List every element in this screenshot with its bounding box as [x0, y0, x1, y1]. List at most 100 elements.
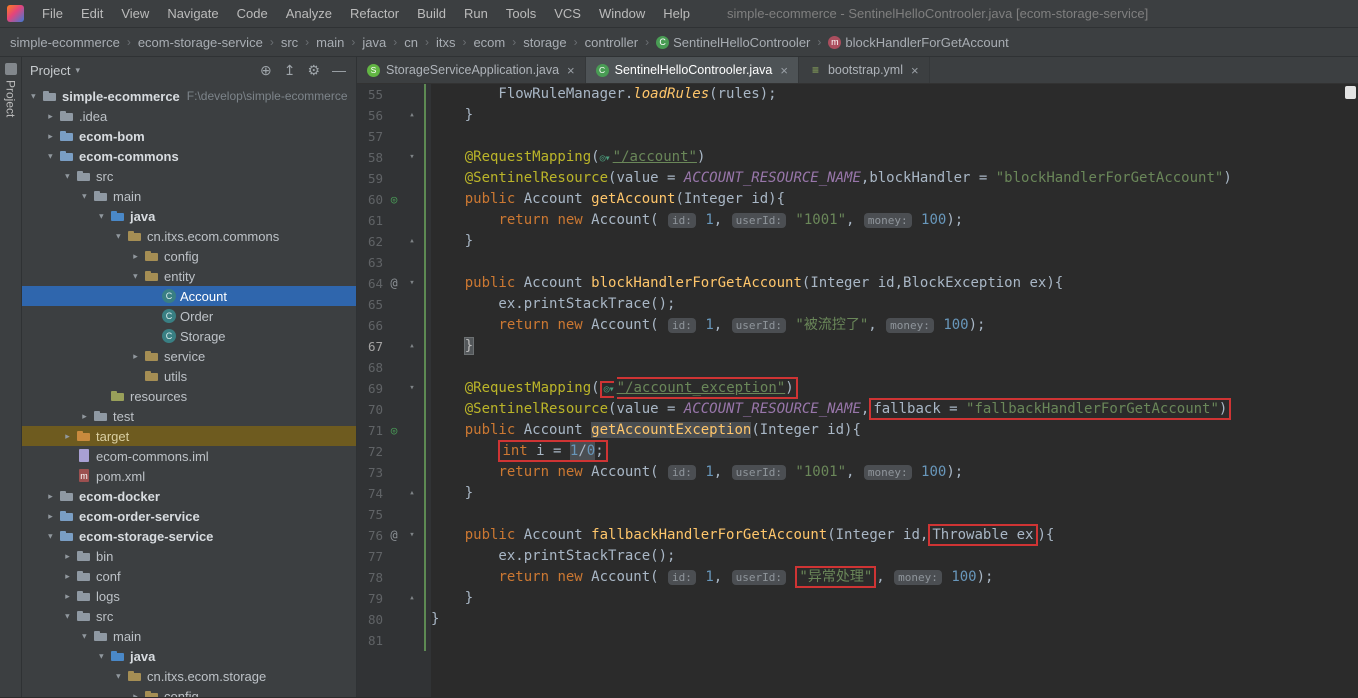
line-number[interactable]: 69: [357, 378, 383, 399]
tree-item-main[interactable]: ▸ main: [22, 186, 356, 206]
menu-item-refactor[interactable]: Refactor: [341, 0, 408, 27]
line-number[interactable]: 58: [357, 147, 383, 168]
code-line-65[interactable]: 65 ex.printStackTrace();: [357, 294, 1358, 315]
tree-item-resources[interactable]: resources: [22, 386, 356, 406]
code-line-63[interactable]: 63: [357, 252, 1358, 273]
breadcrumb-item-cn[interactable]: cn: [404, 35, 418, 50]
tree-toggle-icon[interactable]: ▸: [60, 571, 75, 582]
line-number[interactable]: 74: [357, 483, 383, 504]
fold-toggle-icon[interactable]: ▴: [405, 231, 419, 252]
code-line-55[interactable]: 55 FlowRuleManager.loadRules(rules);: [357, 84, 1358, 105]
tree-item-main[interactable]: ▸ main: [22, 626, 356, 646]
tree-item-Order[interactable]: C Order: [22, 306, 356, 326]
tree-item-ecom-commons[interactable]: ▸ ecom-commons: [22, 146, 356, 166]
tree-item-ecom-docker[interactable]: ▸ ecom-docker: [22, 486, 356, 506]
tree-item-service[interactable]: ▸ service: [22, 346, 356, 366]
tree-item-Account[interactable]: C Account: [22, 286, 356, 306]
tree-item-ecom-bom[interactable]: ▸ ecom-bom: [22, 126, 356, 146]
line-number[interactable]: 77: [357, 546, 383, 567]
menu-item-analyze[interactable]: Analyze: [277, 0, 341, 27]
tree-item-logs[interactable]: ▸ logs: [22, 586, 356, 606]
breadcrumb-item-ecom[interactable]: ecom: [473, 35, 505, 50]
tree-toggle-icon[interactable]: ▸: [128, 351, 143, 362]
code-line-66[interactable]: 66 return new Account( id: 1, userId: "被…: [357, 315, 1358, 336]
line-number[interactable]: 65: [357, 294, 383, 315]
annotation-gutter-icon[interactable]: @: [383, 525, 405, 546]
code-line-75[interactable]: 75: [357, 504, 1358, 525]
code-line-69[interactable]: 69 ▾ @RequestMapping(◎▾ "/account_exceptio…: [357, 377, 1358, 399]
line-number[interactable]: 63: [357, 252, 383, 273]
tree-item-cn.itxs.ecom.storage[interactable]: ▸ cn.itxs.ecom.storage: [22, 666, 356, 686]
breadcrumb-item-SentinelHelloControoler[interactable]: C SentinelHelloControoler: [656, 35, 810, 50]
tab-SentinelHelloControoler.java[interactable]: C SentinelHelloControoler.java ×: [585, 57, 799, 83]
code-line-74[interactable]: 74 ▴ }: [357, 483, 1358, 504]
tree-item-java[interactable]: ▸ java: [22, 646, 356, 666]
menu-item-vcs[interactable]: VCS: [545, 0, 590, 27]
code-line-57[interactable]: 57: [357, 126, 1358, 147]
fold-toggle-icon[interactable]: ▾: [405, 378, 419, 399]
tree-item-entity[interactable]: ▸ entity: [22, 266, 356, 286]
fold-toggle-icon[interactable]: ▴: [405, 105, 419, 126]
tree-item-cn.itxs.ecom.commons[interactable]: ▸ cn.itxs.ecom.commons: [22, 226, 356, 246]
tree-toggle-icon[interactable]: ▸: [60, 431, 75, 442]
settings-gear-icon[interactable]: ⚙: [307, 57, 320, 84]
fold-toggle-icon[interactable]: ▴: [405, 483, 419, 504]
tree-item-test[interactable]: ▸ test: [22, 406, 356, 426]
tree-item-ecom-storage-service[interactable]: ▸ ecom-storage-service: [22, 526, 356, 546]
code-line-71[interactable]: 71 ◎ public Account getAccountException(I…: [357, 420, 1358, 441]
collapse-all-icon[interactable]: ↥: [284, 57, 296, 84]
code-line-62[interactable]: 62 ▴ }: [357, 231, 1358, 252]
fold-toggle-icon[interactable]: ▾: [405, 147, 419, 168]
fold-toggle-icon[interactable]: ▴: [405, 588, 419, 609]
tree-toggle-icon[interactable]: ▸: [62, 169, 73, 184]
line-number[interactable]: 59: [357, 168, 383, 189]
fold-toggle-icon[interactable]: ▾: [405, 273, 419, 294]
tree-toggle-icon[interactable]: ▸: [45, 149, 56, 164]
code-line-78[interactable]: 78 return new Account( id: 1, userId: "异…: [357, 566, 1358, 588]
line-number[interactable]: 56: [357, 105, 383, 126]
tree-item-simple-ecommerce[interactable]: ▸ simple-ecommerce F:\develop\simple-ecomm…: [22, 86, 356, 106]
project-panel-title[interactable]: Project ▾: [30, 63, 80, 78]
scrollbar-thumb[interactable]: [1345, 86, 1356, 99]
tree-item-Storage[interactable]: C Storage: [22, 326, 356, 346]
line-number[interactable]: 80: [357, 609, 383, 630]
line-number[interactable]: 57: [357, 126, 383, 147]
line-number[interactable]: 64: [357, 273, 383, 294]
breadcrumb-item-storage[interactable]: storage: [523, 35, 566, 50]
menu-item-build[interactable]: Build: [408, 0, 455, 27]
line-number[interactable]: 67: [357, 336, 383, 357]
code-line-79[interactable]: 79 ▴ }: [357, 588, 1358, 609]
code-line-60[interactable]: 60 ◎ public Account getAccount(Integer id…: [357, 189, 1358, 210]
tree-toggle-icon[interactable]: ▸: [45, 529, 56, 544]
tree-item-java[interactable]: ▸ java: [22, 206, 356, 226]
tab-bootstrap.yml[interactable]: ≡ bootstrap.yml ×: [799, 57, 930, 83]
tree-item-conf[interactable]: ▸ conf: [22, 566, 356, 586]
line-number[interactable]: 75: [357, 504, 383, 525]
breadcrumb-item-src[interactable]: src: [281, 35, 298, 50]
code-line-77[interactable]: 77 ex.printStackTrace();: [357, 546, 1358, 567]
tree-toggle-icon[interactable]: ▸: [28, 89, 39, 104]
tree-toggle-icon[interactable]: ▸: [62, 609, 73, 624]
annotation-gutter-icon[interactable]: @: [383, 273, 405, 294]
hide-panel-icon[interactable]: —: [332, 57, 346, 84]
line-number[interactable]: 71: [357, 420, 383, 441]
code-line-64[interactable]: 64 @ ▾ public Account blockHandlerForGetAc…: [357, 273, 1358, 294]
line-number[interactable]: 60: [357, 189, 383, 210]
code-line-81[interactable]: 81: [357, 630, 1358, 651]
tree-toggle-icon[interactable]: ▸: [60, 551, 75, 562]
tree-item-config[interactable]: ▸ config: [22, 686, 356, 697]
breadcrumb-item-ecom-storage-service[interactable]: ecom-storage-service: [138, 35, 263, 50]
tree-toggle-icon[interactable]: ▸: [130, 269, 141, 284]
code-line-56[interactable]: 56 ▴ }: [357, 105, 1358, 126]
line-number[interactable]: 66: [357, 315, 383, 336]
spring-mapping-gutter-icon[interactable]: ◎: [383, 420, 405, 441]
breadcrumb-item-controller[interactable]: controller: [585, 35, 638, 50]
menu-item-view[interactable]: View: [112, 0, 158, 27]
editor[interactable]: 55 FlowRuleManager.loadRules(rules); 56 ▴ …: [357, 84, 1358, 697]
line-number[interactable]: 81: [357, 630, 383, 651]
line-number[interactable]: 73: [357, 462, 383, 483]
fold-toggle-icon[interactable]: ▾: [405, 525, 419, 546]
locate-file-icon[interactable]: ⊕: [260, 57, 272, 84]
code-line-73[interactable]: 73 return new Account( id: 1, userId: "1…: [357, 462, 1358, 483]
breadcrumb-item-java[interactable]: java: [362, 35, 386, 50]
